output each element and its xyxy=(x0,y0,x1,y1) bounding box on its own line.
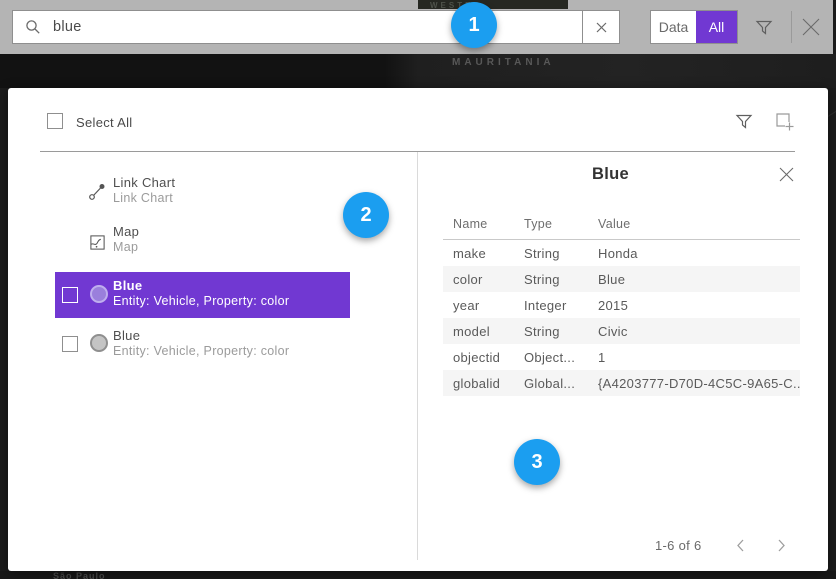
cell-type: Integer xyxy=(524,298,598,313)
scope-toggle: Data All xyxy=(650,10,738,44)
cell-name: year xyxy=(443,298,524,313)
pagination-range: 1-6 of 6 xyxy=(655,538,701,553)
annotation-callout-1: 1 xyxy=(451,2,497,48)
column-header-type: Type xyxy=(524,217,552,231)
app-window: MAURITANIA São Paulo WESTER Data All xyxy=(0,0,836,579)
result-item-subtitle: Link Chart xyxy=(113,191,173,205)
table-row: model String Civic xyxy=(443,318,800,344)
detail-close-icon[interactable] xyxy=(778,166,795,183)
filter-icon[interactable] xyxy=(754,17,774,37)
annotation-callout-3: 3 xyxy=(514,439,560,485)
map-label-sao-paulo: São Paulo xyxy=(53,571,106,579)
search-box xyxy=(12,10,620,44)
scope-data-button[interactable]: Data xyxy=(651,11,696,43)
table-row: make String Honda xyxy=(443,240,800,266)
toolbar-divider xyxy=(791,11,792,43)
result-item-title[interactable]: Link Chart xyxy=(113,175,175,190)
column-header-value: Value xyxy=(598,217,631,231)
search-icon xyxy=(25,19,41,35)
result-item-title[interactable]: Blue xyxy=(113,328,140,343)
cell-name: color xyxy=(443,272,524,287)
table-row: globalid Global... {A4203777-D70D-4C5C-9… xyxy=(443,370,800,396)
map-background-bottom: São Paulo xyxy=(0,571,836,579)
map-label-mauritania: MAURITANIA xyxy=(452,57,555,68)
select-all-label: Select All xyxy=(76,115,132,130)
link-chart-icon xyxy=(88,182,107,201)
search-toolbar: WESTER Data All xyxy=(0,0,836,54)
panel-divider xyxy=(417,152,418,560)
cell-value: Civic xyxy=(598,324,800,339)
result-item-title[interactable]: Blue xyxy=(113,278,142,293)
cell-value: {A4203777-D70D-4C5C-9A65-C... xyxy=(598,376,800,391)
map-label-western-sahara: WESTER xyxy=(418,0,568,9)
cell-value: 2015 xyxy=(598,298,800,313)
cell-value: Honda xyxy=(598,246,800,261)
table-row: objectid Object... 1 xyxy=(443,344,800,370)
add-to-selection-icon[interactable] xyxy=(774,111,795,132)
result-item-subtitle: Entity: Vehicle, Property: color xyxy=(113,344,289,358)
cell-name: objectid xyxy=(443,350,524,365)
cell-type: Object... xyxy=(524,350,598,365)
filter-results-icon[interactable] xyxy=(734,111,754,131)
cell-name: model xyxy=(443,324,524,339)
result-checkbox[interactable] xyxy=(62,287,78,303)
detail-panel-title: Blue xyxy=(438,165,783,184)
search-results-dialog: Select All Link Chart Link Chart xyxy=(8,88,828,571)
cell-value: 1 xyxy=(598,350,800,365)
select-all-checkbox[interactable] xyxy=(47,113,63,129)
cell-type: Global... xyxy=(524,376,598,391)
cell-type: String xyxy=(524,246,598,261)
entity-circle-icon xyxy=(90,334,108,352)
pagination-prev-icon[interactable] xyxy=(735,538,746,553)
result-item-subtitle: Map xyxy=(113,240,138,254)
close-search-icon[interactable] xyxy=(800,16,822,38)
annotation-callout-2: 2 xyxy=(343,192,389,238)
result-checkbox[interactable] xyxy=(62,336,78,352)
property-table: make String Honda color String Blue year… xyxy=(443,240,800,396)
scope-all-button[interactable]: All xyxy=(696,11,737,43)
search-input[interactable] xyxy=(51,18,582,36)
clear-search-button[interactable] xyxy=(582,11,619,43)
cell-type: String xyxy=(524,324,598,339)
table-row: color String Blue xyxy=(443,266,800,292)
entity-circle-icon xyxy=(90,285,108,303)
column-header-name: Name xyxy=(453,217,488,231)
map-background-top xyxy=(0,54,836,88)
cell-value: Blue xyxy=(598,272,800,287)
cell-type: String xyxy=(524,272,598,287)
cell-name: make xyxy=(443,246,524,261)
result-item-title[interactable]: Map xyxy=(113,224,139,239)
table-row: year Integer 2015 xyxy=(443,292,800,318)
map-icon xyxy=(89,234,106,251)
cell-name: globalid xyxy=(443,376,524,391)
result-item-subtitle: Entity: Vehicle, Property: color xyxy=(113,294,289,308)
pagination-next-icon[interactable] xyxy=(776,538,787,553)
